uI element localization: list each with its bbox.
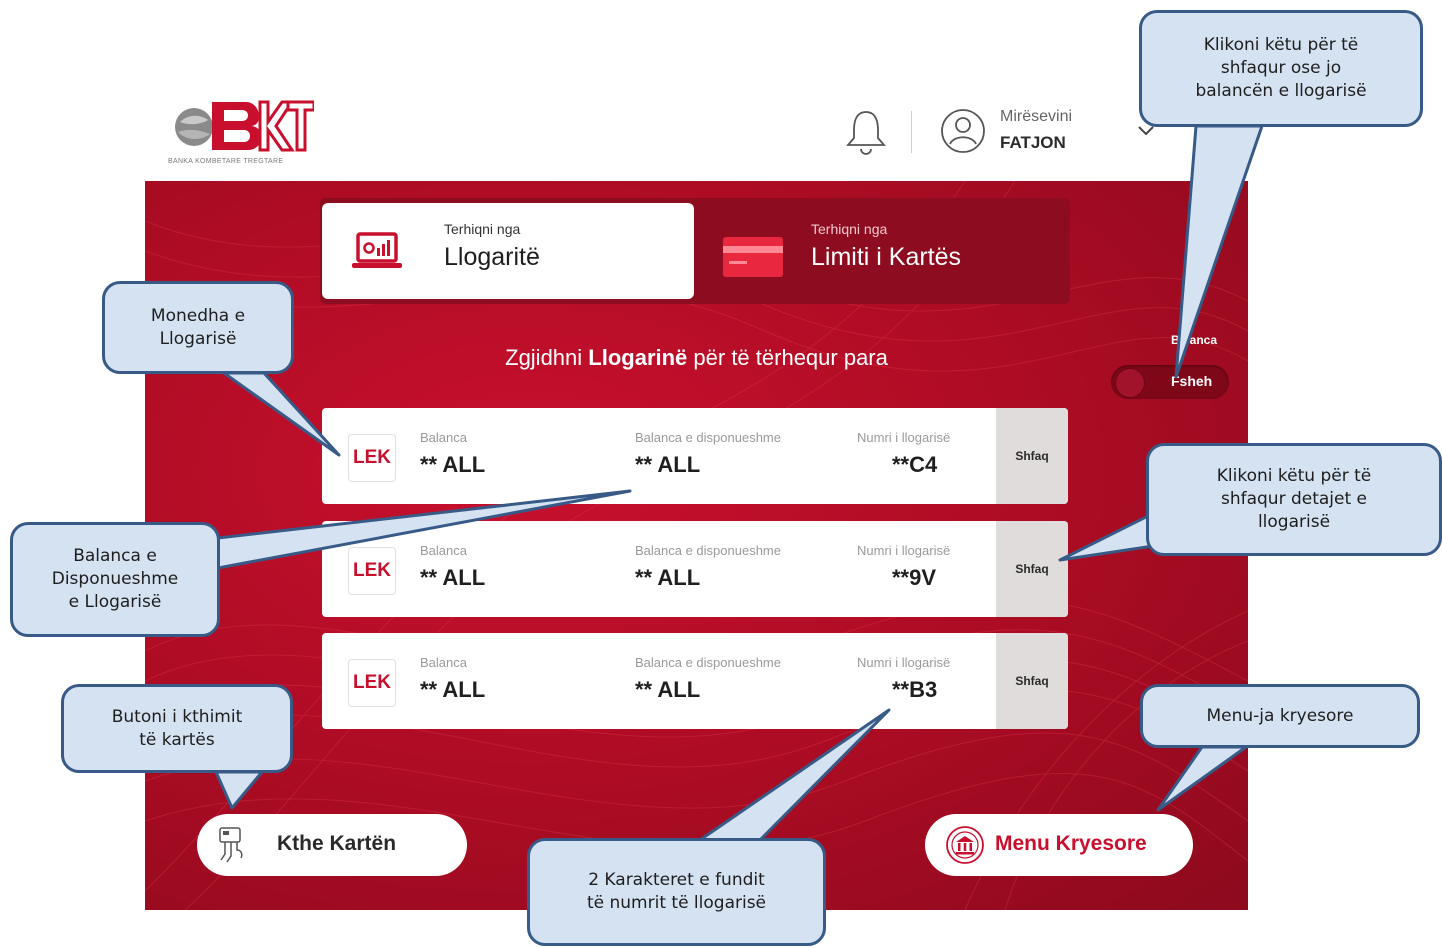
callout-account-details: Klikoni këtu për të shfaqur detajet e ll… bbox=[1146, 443, 1442, 556]
available-balance-label: Balanca e disponueshme bbox=[635, 655, 781, 670]
show-details-button[interactable]: Shfaq bbox=[992, 521, 1068, 617]
atm-stage: Terhiqni nga Llogaritë Terhiqni nga Limi… bbox=[145, 181, 1248, 910]
account-number-value: **B3 bbox=[892, 677, 938, 702]
account-number-label: Numri i llogarisë bbox=[857, 655, 951, 670]
bell-icon[interactable] bbox=[844, 108, 888, 156]
return-card-button[interactable]: Kthe Kartën bbox=[197, 814, 467, 876]
tab-small-label: Terhiqni nga bbox=[811, 221, 888, 237]
available-balance-value: ** ALL bbox=[635, 565, 701, 590]
balance-visibility-toggle[interactable]: Fsheh bbox=[1111, 365, 1229, 399]
bank-building-icon bbox=[946, 826, 984, 864]
bkt-logo-mark bbox=[175, 100, 314, 152]
callout-balance-toggle: Klikoni këtu për të shfaqur ose jo balan… bbox=[1139, 10, 1423, 127]
tab-withdraw-card-limit[interactable]: Terhiqni nga Limiti i Kartës bbox=[695, 203, 1067, 299]
laptop-chart-icon bbox=[352, 232, 402, 268]
main-menu-button[interactable]: Menu Kryesore bbox=[925, 814, 1193, 876]
user-avatar-icon[interactable] bbox=[940, 108, 986, 154]
show-details-button[interactable]: Shfaq bbox=[992, 408, 1068, 504]
welcome-text: Mirësevini bbox=[1000, 108, 1073, 125]
tab-big-label: Limiti i Kartës bbox=[811, 243, 962, 271]
balance-label: Balanca bbox=[420, 430, 467, 445]
callout-main-menu: Menu-ja kryesore bbox=[1140, 684, 1420, 748]
account-row[interactable]: LEK Balanca ** ALL Balanca e disponueshm… bbox=[322, 633, 1068, 729]
account-row[interactable]: LEK Balanca ** ALL Balanca e disponueshm… bbox=[322, 408, 1068, 504]
currency-badge: LEK bbox=[348, 434, 396, 482]
available-balance-value: ** ALL bbox=[635, 677, 701, 702]
account-number-label: Numri i llogarisë bbox=[857, 543, 951, 558]
account-number-label: Numri i llogarisë bbox=[857, 430, 951, 445]
show-details-button[interactable]: Shfaq bbox=[992, 633, 1068, 729]
tab-withdraw-accounts[interactable]: Terhiqni nga Llogaritë bbox=[322, 203, 694, 299]
available-balance-label: Balanca e disponueshme bbox=[635, 430, 781, 445]
heading-text-pre: Zgjidhni bbox=[505, 345, 589, 370]
heading-text-post: për të tërhequr para bbox=[687, 345, 888, 370]
balance-label: Balanca bbox=[420, 543, 467, 558]
callout-available-balance: Balanca e Disponueshme e Llogarisë bbox=[10, 522, 220, 637]
callout-return-card: Butoni i kthimit të kartës bbox=[61, 684, 293, 773]
toggle-knob bbox=[1115, 368, 1145, 398]
bkt-logo: BANKA KOMBETARE TREGTARE bbox=[168, 96, 318, 172]
return-card-label: Kthe Kartën bbox=[277, 832, 397, 855]
account-number-value: **9V bbox=[892, 565, 937, 590]
toggle-state-text: Fsheh bbox=[1171, 373, 1213, 389]
callout-last-characters: 2 Karakteret e fundit të numrit të lloga… bbox=[527, 838, 826, 946]
available-balance-value: ** ALL bbox=[635, 452, 701, 477]
balance-toggle-label: Balanca bbox=[1171, 333, 1218, 347]
logo-tagline: BANKA KOMBETARE TREGTARE bbox=[168, 158, 284, 165]
currency-badge: LEK bbox=[348, 659, 396, 707]
header-separator bbox=[911, 111, 912, 153]
card-return-icon bbox=[219, 827, 243, 863]
main-menu-label: Menu Kryesore bbox=[995, 832, 1147, 855]
tab-small-label: Terhiqni nga bbox=[444, 221, 521, 237]
balance-label: Balanca bbox=[420, 655, 467, 670]
currency-badge: LEK bbox=[348, 547, 396, 595]
select-account-heading: Zgjidhni Llogarinë për të tërhequr para bbox=[145, 345, 1248, 371]
available-balance-label: Balanca e disponueshme bbox=[635, 543, 781, 558]
balance-value: ** ALL bbox=[420, 677, 486, 702]
account-row[interactable]: LEK Balanca ** ALL Balanca e disponueshm… bbox=[322, 521, 1068, 617]
balance-value: ** ALL bbox=[420, 565, 486, 590]
balance-value: ** ALL bbox=[420, 452, 486, 477]
credit-card-icon bbox=[723, 237, 783, 277]
heading-text-strong: Llogarinë bbox=[588, 345, 688, 370]
user-name: FATJON bbox=[1000, 133, 1066, 152]
account-number-value: **C4 bbox=[892, 452, 938, 477]
tab-big-label: Llogaritë bbox=[444, 243, 540, 271]
callout-currency: Monedha e Llogarisë bbox=[102, 281, 294, 374]
